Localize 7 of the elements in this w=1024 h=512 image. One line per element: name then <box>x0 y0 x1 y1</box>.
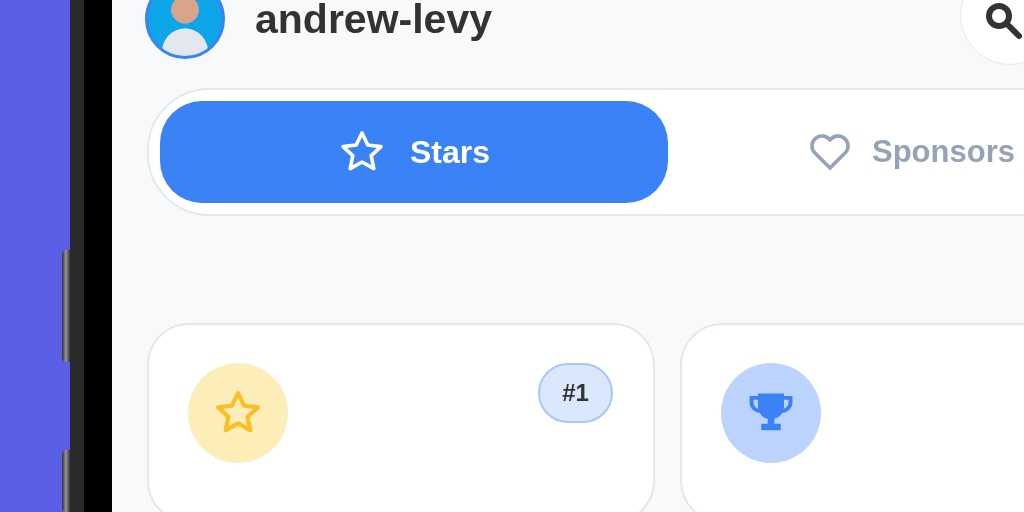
card[interactable]: #1 <box>147 323 655 512</box>
username: andrew-levy <box>255 0 492 40</box>
tab[interactable]: Stars <box>160 101 668 203</box>
avatar[interactable] <box>145 0 225 59</box>
search-icon <box>983 0 1023 40</box>
rank-badge: #1 <box>538 363 613 423</box>
tab[interactable]: Sponsors <box>688 101 1024 203</box>
